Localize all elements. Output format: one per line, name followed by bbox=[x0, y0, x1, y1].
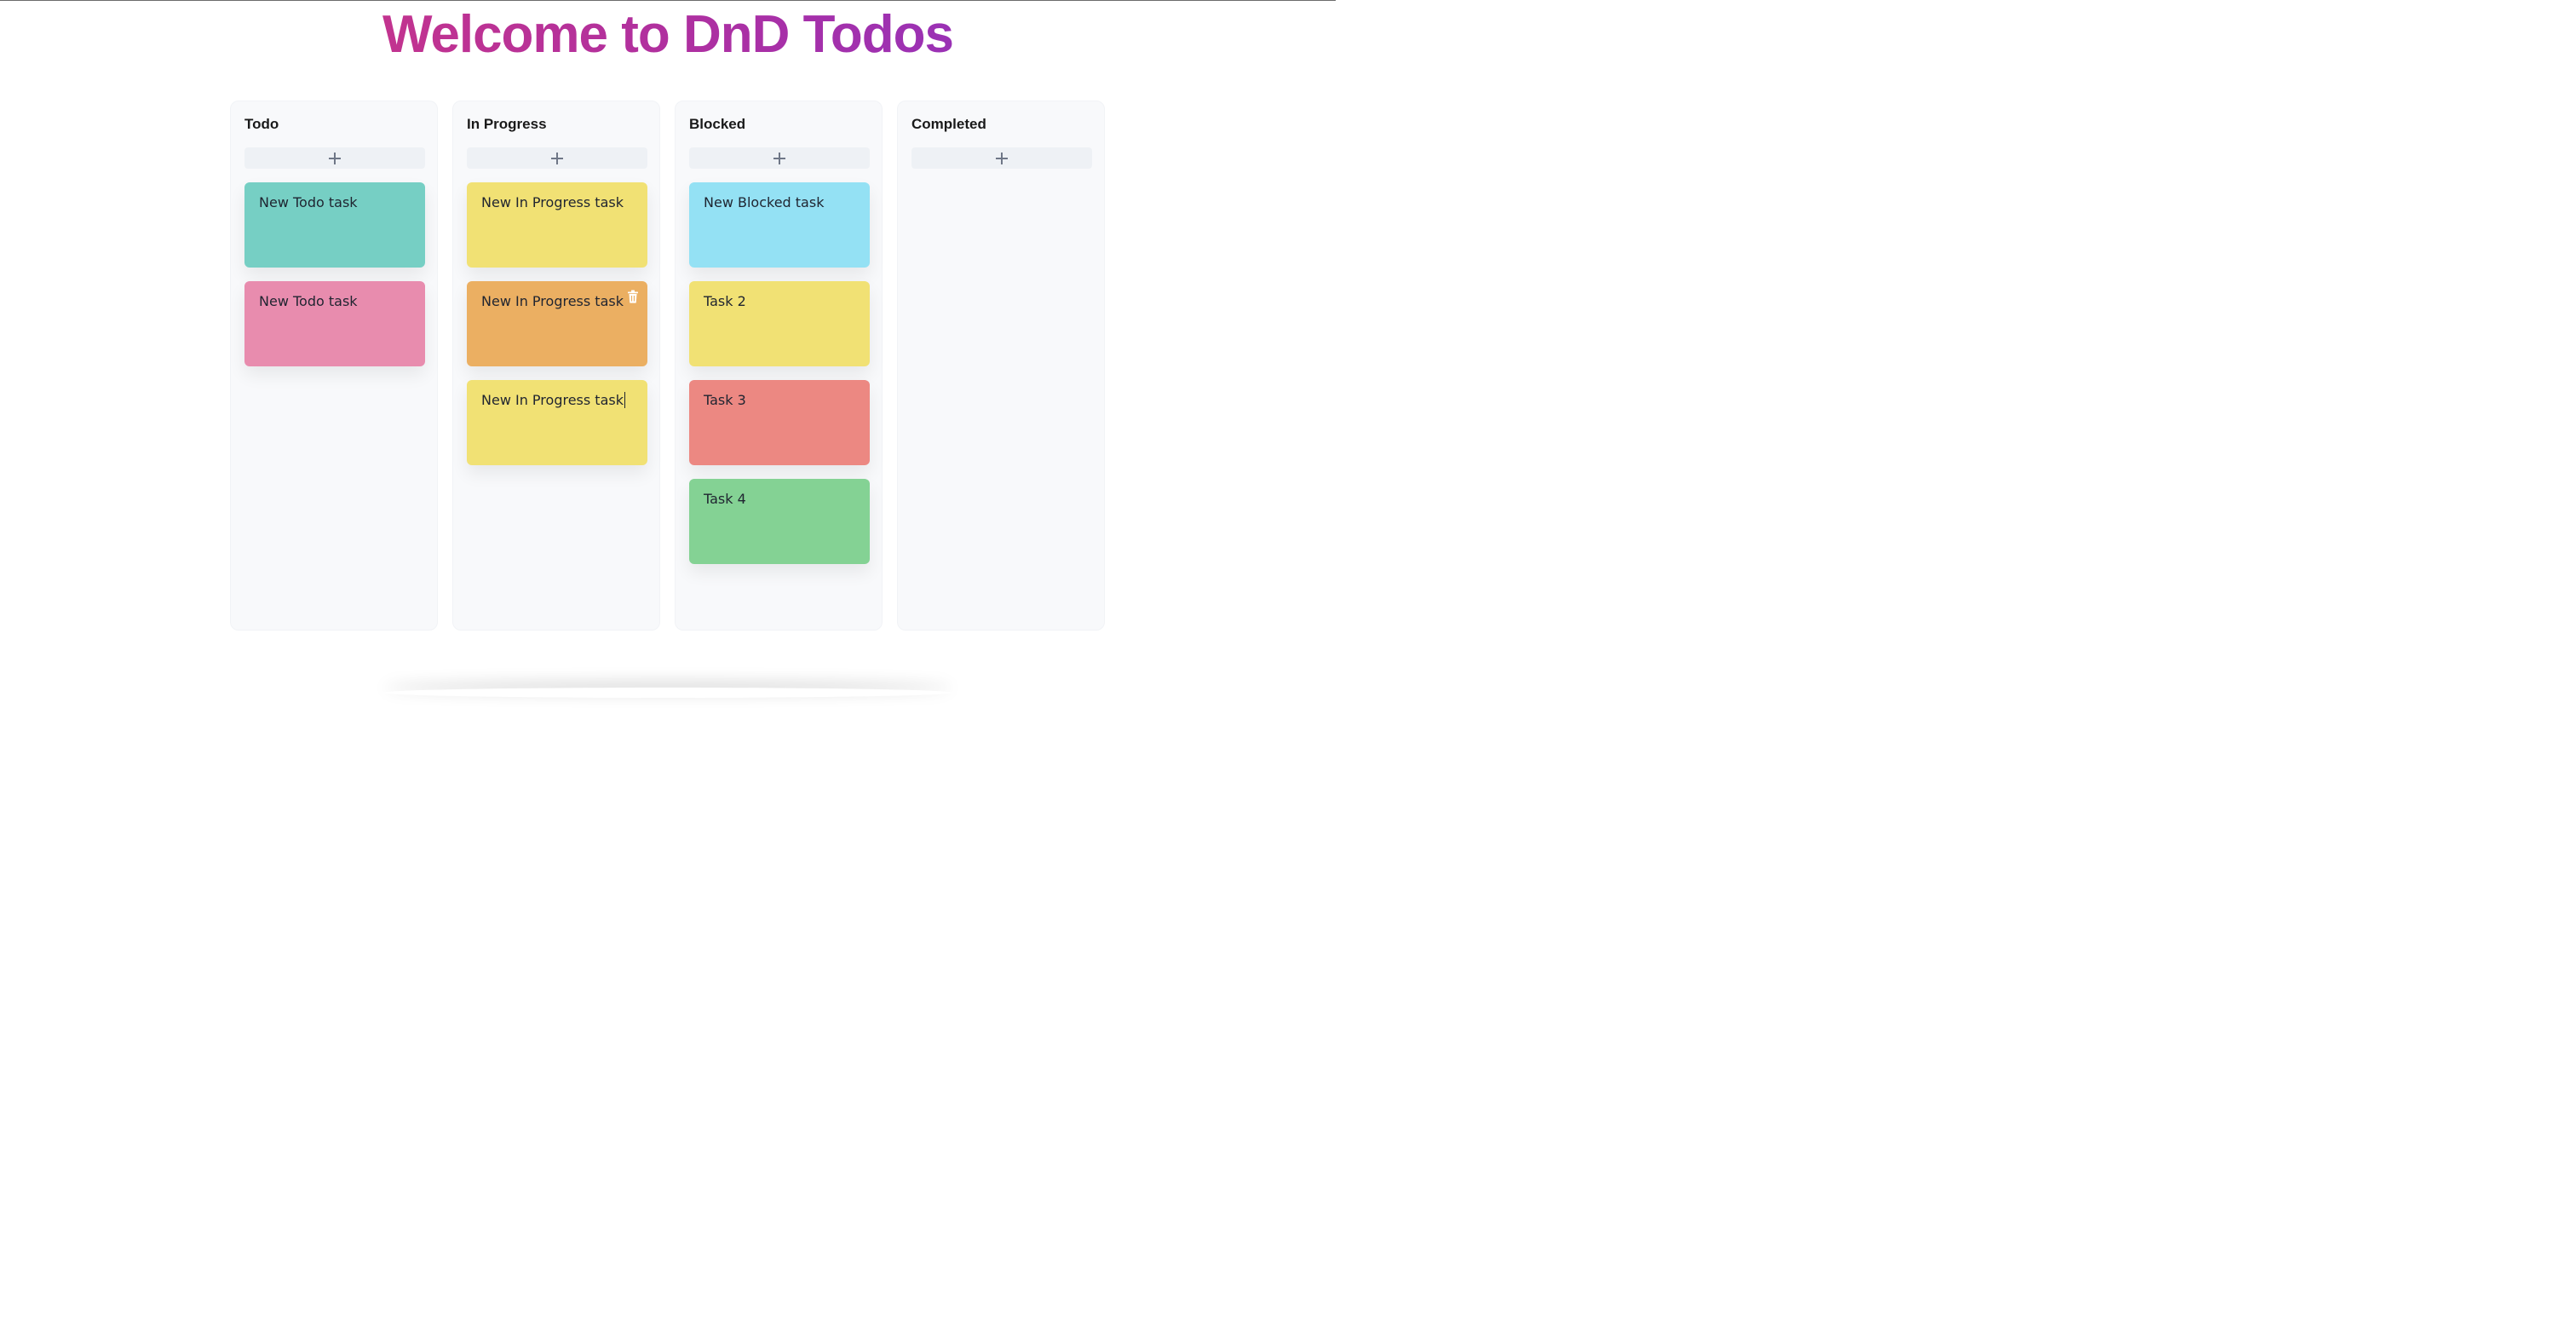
column-title: In Progress bbox=[467, 116, 547, 132]
task-card[interactable]: New Blocked task bbox=[689, 182, 870, 268]
plus-icon bbox=[329, 152, 341, 164]
task-card-text[interactable]: New Todo task bbox=[259, 194, 411, 211]
trash-icon[interactable] bbox=[627, 290, 639, 303]
plus-icon bbox=[996, 152, 1008, 164]
column-blocked[interactable]: Blocked New Blocked task Task 2 Task 3 T… bbox=[675, 101, 883, 631]
task-card[interactable]: New Todo task bbox=[244, 281, 425, 366]
plus-icon bbox=[773, 152, 785, 164]
task-card[interactable]: Task 3 bbox=[689, 380, 870, 465]
column-title: Completed bbox=[911, 116, 986, 132]
page-title-text: Welcome to DnD Todos bbox=[382, 5, 954, 64]
task-card[interactable]: Task 4 bbox=[689, 479, 870, 564]
task-card[interactable]: New Todo task bbox=[244, 182, 425, 268]
column-todo[interactable]: Todo New Todo task New Todo task bbox=[230, 101, 438, 631]
task-card-text[interactable]: Task 2 bbox=[704, 293, 855, 310]
column-title: Todo bbox=[244, 116, 279, 132]
plus-icon bbox=[551, 152, 563, 164]
kanban-board: Todo New Todo task New Todo task In Prog… bbox=[230, 101, 1105, 631]
task-card-text: New In Progress task bbox=[481, 392, 624, 408]
add-task-button[interactable] bbox=[244, 147, 425, 169]
task-card-text[interactable]: New In Progress task bbox=[481, 194, 633, 211]
column-completed[interactable]: Completed bbox=[897, 101, 1105, 631]
task-card-text[interactable]: Task 4 bbox=[704, 491, 855, 508]
drag-preview-shadow bbox=[383, 688, 952, 698]
task-card-input[interactable]: New In Progress task bbox=[481, 392, 633, 409]
task-card-editing[interactable]: New In Progress task bbox=[467, 380, 647, 465]
column-title: Blocked bbox=[689, 116, 746, 132]
task-card-text[interactable]: New Todo task bbox=[259, 293, 411, 310]
column-in-progress[interactable]: In Progress New In Progress task New In … bbox=[452, 101, 660, 631]
task-card-text[interactable]: New Blocked task bbox=[704, 194, 855, 211]
add-task-button[interactable] bbox=[689, 147, 870, 169]
page-title: Welcome to DnD Todos bbox=[0, 4, 1336, 66]
task-card-text[interactable]: Task 3 bbox=[704, 392, 855, 409]
task-card-hovered[interactable]: New In Progress task bbox=[467, 281, 647, 366]
add-task-button[interactable] bbox=[467, 147, 647, 169]
task-card[interactable]: New In Progress task bbox=[467, 182, 647, 268]
task-card[interactable]: Task 2 bbox=[689, 281, 870, 366]
add-task-button[interactable] bbox=[911, 147, 1092, 169]
task-card-text[interactable]: New In Progress task bbox=[481, 293, 633, 310]
text-cursor bbox=[624, 392, 625, 408]
